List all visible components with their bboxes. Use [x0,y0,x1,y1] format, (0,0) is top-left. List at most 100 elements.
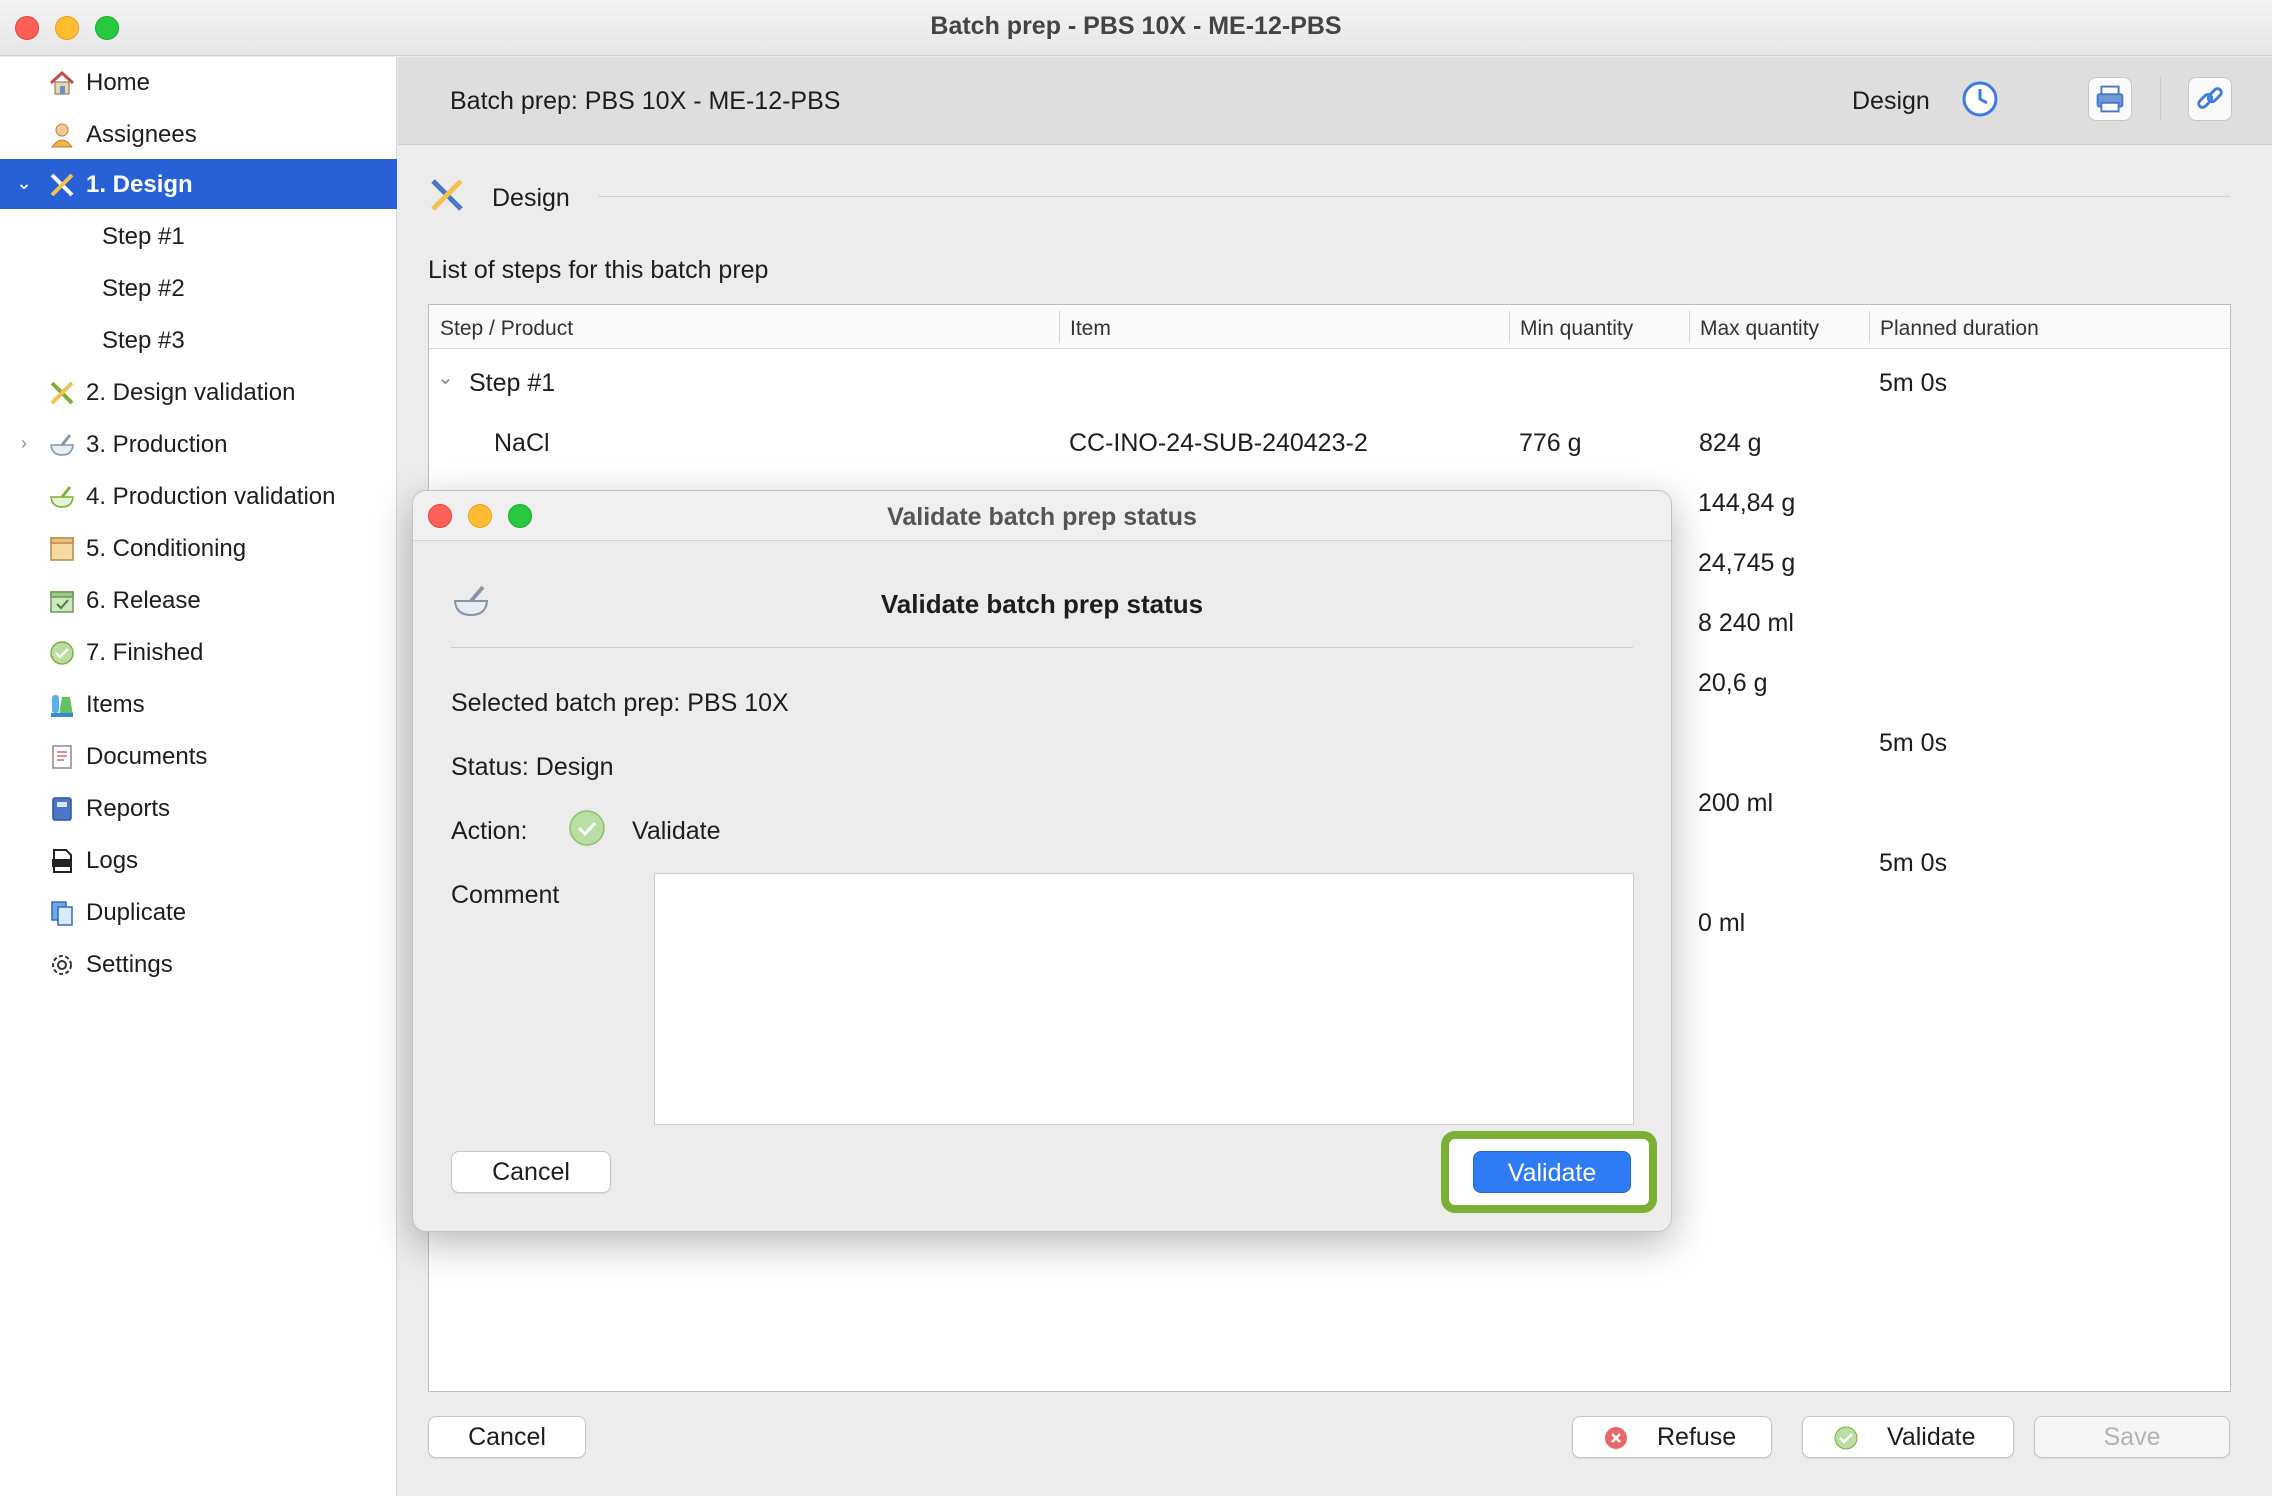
max-quantity: 24,745 g [1698,549,1796,577]
sidebar-item-label: Home [86,69,151,96]
sidebar-item-production-validation[interactable]: 4. Production validation [0,471,397,521]
sidebar-item-production[interactable]: › 3. Production [0,419,397,469]
dialog-validate-button[interactable]: Validate [1473,1151,1631,1193]
header-separator [2160,77,2161,121]
flask-icon [51,695,73,717]
sidebar-item-label: 2. Design validation [86,379,296,406]
column-separator [1869,311,1870,343]
action-value: Validate [632,817,721,845]
max-quantity: 200 ml [1698,789,1774,817]
design-tools-icon [431,179,463,211]
table-header: Step / Product Item Min quantity Max qua… [429,305,2230,349]
chevron-down-icon[interactable]: ⌄ [14,173,34,193]
sidebar-item-home[interactable]: Home [0,57,397,107]
current-status: Status: Design [451,753,614,781]
sidebar-item-items[interactable]: Items [0,679,397,729]
section-divider [598,196,2230,197]
mortar-icon [50,434,74,456]
step-label: Step #1 [469,369,556,397]
comment-label: Comment [451,881,560,909]
box-icon [50,537,74,561]
print-icon [2096,85,2124,113]
column-header-max-quantity[interactable]: Max quantity [1700,317,1819,341]
print-button[interactable] [2088,77,2132,121]
sidebar-item-label: Reports [86,795,171,822]
sidebar-item-assignees[interactable]: Assignees [0,109,397,159]
sidebar-item-label: Step #3 [102,327,185,354]
gear-icon [52,955,72,975]
document-icon [52,745,72,769]
sidebar-item-label: Step #1 [102,223,185,250]
sidebar-item-label: 1. Design [86,171,193,198]
validate-label: Validate [1887,1423,1976,1451]
sidebar-item-step-1[interactable]: Step #1 [0,211,397,261]
column-separator [1509,311,1510,343]
sidebar-item-design[interactable]: ⌄ 1. Design [0,159,397,209]
refuse-icon [1605,1427,1627,1449]
sidebar-item-label: 4. Production validation [86,483,336,510]
action-label: Action: [451,817,528,845]
selected-batch-prep: Selected batch prep: PBS 10X [451,689,789,717]
list-caption: List of steps for this batch prep [428,256,769,284]
link-button[interactable] [2188,77,2232,121]
comment-textarea[interactable] [654,873,1634,1125]
chevron-right-icon[interactable]: › [14,433,34,453]
sidebar-item-label: 5. Conditioning [86,535,247,562]
link-icon [2197,87,2223,109]
sidebar-item-label: Step #2 [102,275,185,302]
report-book-icon [52,797,72,821]
sidebar-item-step-2[interactable]: Step #2 [0,263,397,313]
sidebar-item-logs[interactable]: Logs [0,835,397,885]
column-separator [1689,311,1690,343]
column-header-item[interactable]: Item [1070,317,1111,341]
check-circle-icon [569,810,605,846]
column-header-min-quantity[interactable]: Min quantity [1520,317,1633,341]
sidebar-item-label: Logs [86,847,139,874]
sidebar-item-conditioning[interactable]: 5. Conditioning [0,523,397,573]
sidebar-item-documents[interactable]: Documents [0,731,397,781]
sidebar: Home Assignees ⌄ 1. Design Step #1 Step … [0,57,397,1496]
sidebar-item-design-validation[interactable]: 2. Design validation [0,367,397,417]
max-quantity: 20,6 g [1698,669,1768,697]
column-header-planned-duration[interactable]: Planned duration [1880,317,2039,341]
validate-status-dialog: Validate batch prep status Validate batc… [412,490,1672,1232]
cancel-button[interactable]: Cancel [428,1416,586,1458]
item-code: CC-INO-24-SUB-240423-2 [1069,429,1368,457]
sidebar-item-label: 3. Production [86,431,228,458]
sidebar-item-label: Settings [86,951,173,978]
save-button[interactable]: Save [2034,1416,2230,1458]
duplicate-icon [51,901,73,926]
sidebar-item-label: 6. Release [86,587,201,614]
person-icon [51,123,73,148]
column-separator [1059,311,1060,343]
refuse-button[interactable]: Refuse [1572,1416,1772,1458]
sidebar-item-finished[interactable]: 7. Finished [0,627,397,677]
sidebar-item-settings[interactable]: Settings [0,939,397,989]
sidebar-item-label: 7. Finished [86,639,204,666]
sidebar-item-release[interactable]: 6. Release [0,575,397,625]
page-title: Batch prep: PBS 10X - ME-12-PBS [450,87,841,115]
release-box-icon [50,591,74,613]
design-validation-icon [50,381,74,405]
chevron-down-icon[interactable]: ⌄ [437,365,454,390]
validate-button[interactable]: Validate [1802,1416,2014,1458]
sidebar-item-label: Items [86,691,145,718]
section-title: Design [492,184,570,212]
sidebar-item-step-3[interactable]: Step #3 [0,315,397,365]
check-circle-icon [1834,1426,1858,1450]
design-tools-icon [50,173,74,197]
dialog-title: Validate batch prep status [887,503,1197,531]
sidebar-item-reports[interactable]: Reports [0,783,397,833]
main-header: Batch prep: PBS 10X - ME-12-PBS Design [398,57,2272,145]
dialog-divider [451,647,1633,648]
sidebar-item-label: Assignees [86,121,197,148]
max-quantity: 144,84 g [1698,489,1796,517]
column-header-step-product[interactable]: Step / Product [440,317,573,341]
sidebar-item-label: Documents [86,743,208,770]
dialog-cancel-button[interactable]: Cancel [451,1151,611,1193]
min-quantity: 776 g [1519,429,1582,457]
planned-duration: 5m 0s [1879,729,1948,757]
sidebar-item-duplicate[interactable]: Duplicate [0,887,397,937]
home-icon [49,70,75,95]
clock-icon[interactable] [1960,79,2000,119]
